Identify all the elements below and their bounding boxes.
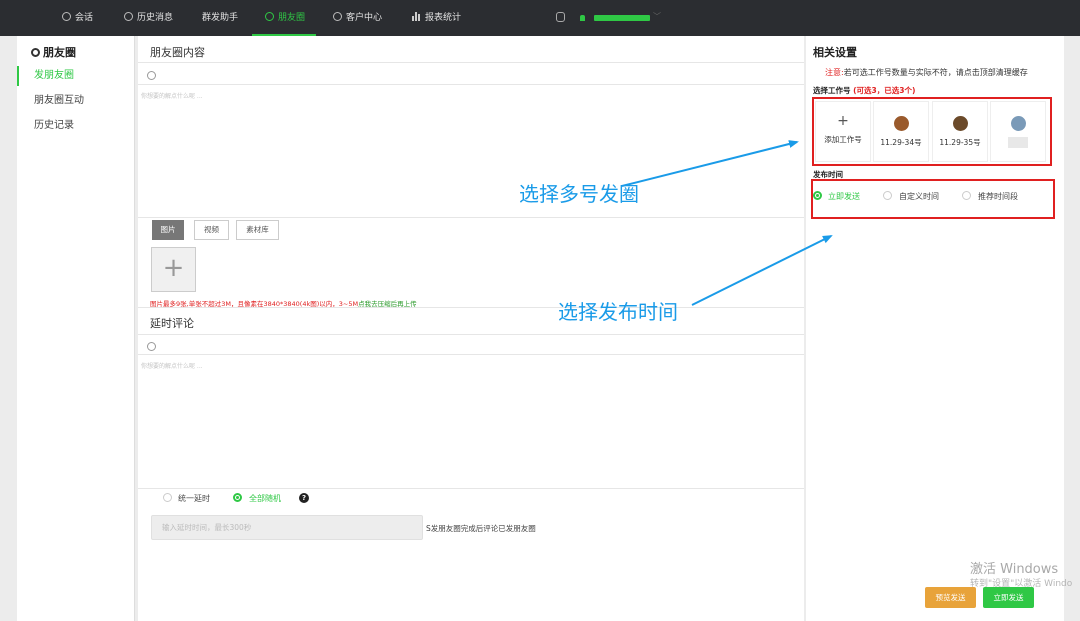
help-icon[interactable]: ? [299,493,309,503]
plus-icon: + [837,113,849,129]
add-work-account-button[interactable]: + 添加工作号 [815,101,871,162]
nav-item-reports[interactable]: 报表统计 [412,0,461,36]
delay-random-radio[interactable] [233,493,242,502]
emoji-icon[interactable] [147,342,156,351]
windows-activation-hint: 转到"设置"以激活 Windo [970,579,1073,589]
annotation-multi-account: 选择多号发圈 [519,182,639,206]
divider [138,354,804,355]
comment-section-title: 延时评论 [150,317,194,330]
nav-item-customers[interactable]: 客户中心 [333,0,382,36]
windows-activation-watermark: 激活 Windows [970,562,1059,577]
sidebar-item-post-moment[interactable]: 发朋友圈 [17,66,135,86]
chat-icon [62,12,71,21]
divider [138,217,804,218]
comment-textarea[interactable]: 你想要的解点什么呢 ... [141,361,203,370]
settings-panel: 相关设置 注意:若可选工作号数量与实际不符，请点击顶部清理缓存 选择工作号 (可… [806,36,1064,621]
user-icon [580,15,585,21]
account-name-redacted [594,15,650,21]
work-account-label: 选择工作号 (可选3，已选3个) [813,86,916,95]
work-account-card[interactable] [990,101,1046,162]
divider [138,62,804,63]
divider [138,488,804,489]
bar-chart-icon [412,11,421,21]
divider [138,334,804,335]
tab-video[interactable]: 视频 [194,220,229,240]
settings-title: 相关设置 [813,46,857,59]
divider [138,84,804,85]
nav-item-mass-send[interactable]: 群发助手 [202,0,238,36]
aperture-icon [265,12,274,21]
work-account-card[interactable]: 11.29-34号 [873,101,929,162]
send-now-label[interactable]: 立即发送 [828,191,860,202]
sidebar: 朋友圈 发朋友圈 朋友圈互动 历史记录 [17,36,135,621]
custom-time-radio[interactable] [883,191,892,200]
content-section-title: 朋友圈内容 [150,46,205,59]
tab-image[interactable]: 图片 [152,220,184,240]
tab-material-library[interactable]: 素材库 [236,220,279,240]
custom-time-label[interactable]: 自定义时间 [899,191,939,202]
send-now-button[interactable]: 立即发送 [983,587,1034,608]
add-image-button[interactable]: + [151,247,196,292]
delay-uniform-radio[interactable] [163,493,172,502]
avatar [893,116,909,131]
database-icon[interactable] [556,12,565,22]
annotation-publish-time: 选择发布时间 [558,300,678,324]
delay-seconds-input[interactable]: 输入延时时间，最长300秒 [151,515,423,540]
account-name-redacted [1008,137,1028,148]
preview-send-button[interactable]: 预览发送 [925,587,976,608]
avatar [1010,116,1026,131]
clock-icon [124,12,133,21]
recommended-time-label[interactable]: 推荐时间段 [978,191,1018,202]
nav-item-history[interactable]: 历史消息 [124,0,173,36]
cache-notice: 注意:若可选工作号数量与实际不符，请点击顶部清理缓存 [825,68,1028,77]
delay-uniform-label[interactable]: 统一延时 [178,493,210,504]
top-navigation: 会话 历史消息 群发助手 朋友圈 客户中心 报表统计 ﹀ [0,0,1080,36]
content-textarea[interactable]: 你想要的解点什么呢 ... [141,91,203,100]
emoji-icon[interactable] [147,71,156,80]
sidebar-title: 朋友圈 [31,44,76,60]
delay-random-label[interactable]: 全部随机 [249,493,281,504]
compose-panel: 朋友圈内容 你想要的解点什么呢 ... 图片 视频 素材库 + 图片最多9张,单… [138,36,804,621]
nav-item-moments[interactable]: 朋友圈 [265,0,305,36]
person-icon [333,12,342,21]
chevron-down-icon[interactable]: ﹀ [653,11,661,22]
nav-item-chat[interactable]: 会话 [62,0,93,36]
sidebar-item-moment-interaction[interactable]: 朋友圈互动 [17,91,135,111]
work-account-card[interactable]: 11.29-35号 [932,101,988,162]
sidebar-item-history[interactable]: 历史记录 [17,116,135,136]
recommended-time-radio[interactable] [962,191,971,200]
aperture-icon [31,48,40,57]
send-now-radio[interactable] [813,191,822,200]
delay-note: S发朋友圈完成后评论已发朋友圈 [426,524,536,533]
divider [138,307,804,308]
avatar [952,116,968,131]
